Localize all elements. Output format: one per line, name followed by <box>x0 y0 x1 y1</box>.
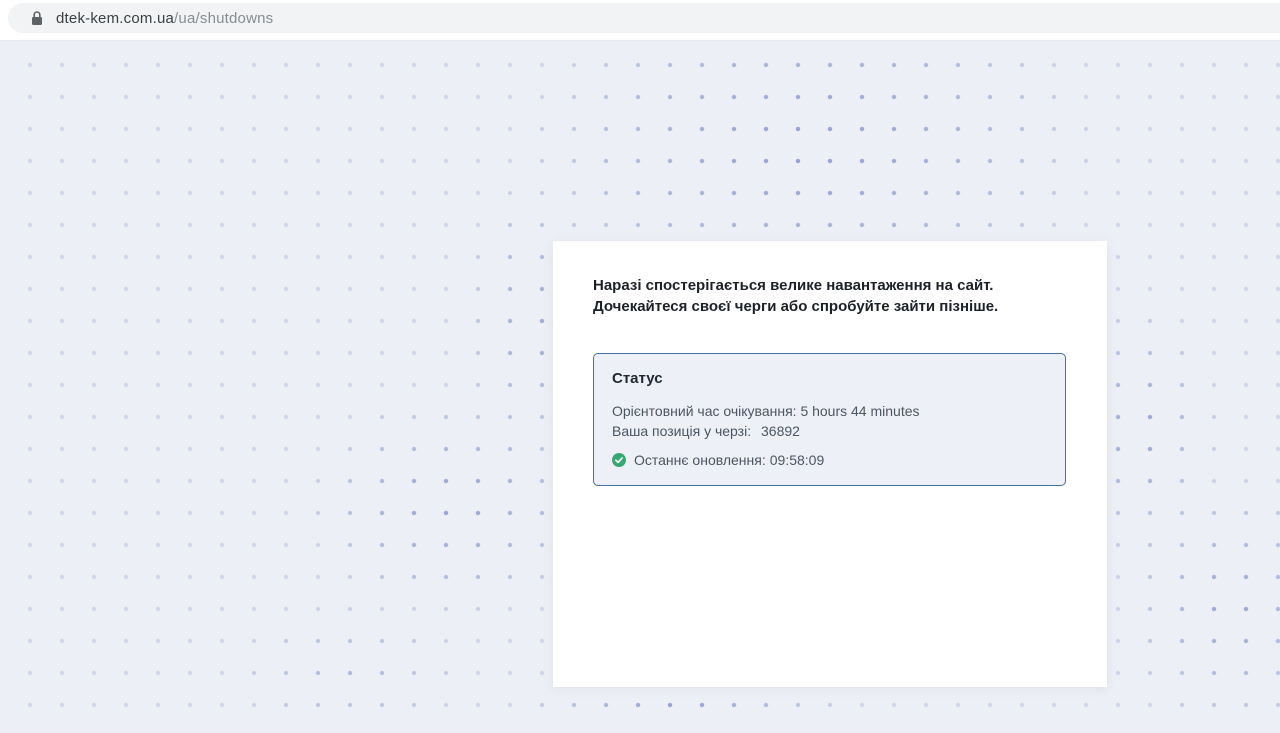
wait-time-label: Орієнтовний час очікування: <box>612 403 797 419</box>
page-background: Наразі спостерігається велике навантажен… <box>0 41 1280 733</box>
wait-time-row: Орієнтовний час очікування: 5 hours 44 m… <box>612 401 1047 421</box>
wait-time-value: 5 hours 44 minutes <box>800 403 919 419</box>
browser-toolbar: dtek-kem.com.ua/ua/shutdowns <box>0 0 1280 41</box>
headline-line-1: Наразі спостерігається велике навантажен… <box>593 275 1067 296</box>
queue-position-row: Ваша позиція у черзі: 36892 <box>612 421 1047 441</box>
lock-icon[interactable] <box>31 10 43 26</box>
queue-position-label: Ваша позиція у черзі: <box>612 423 751 439</box>
check-circle-icon <box>612 453 626 467</box>
last-update-row: Останнє оновлення: 09:58:09 <box>612 450 1047 470</box>
url-bar[interactable]: dtek-kem.com.ua/ua/shutdowns <box>8 3 1280 33</box>
queue-card: Наразі спостерігається велике навантажен… <box>553 241 1107 687</box>
status-title: Статус <box>612 370 1047 387</box>
url-path: /ua/shutdowns <box>174 10 273 27</box>
last-update-value: 09:58:09 <box>770 450 825 470</box>
last-update-label: Останнє оновлення: <box>634 450 766 470</box>
url-host: dtek-kem.com.ua <box>56 10 174 27</box>
headline-line-2: Дочекайтеся своєї черги або спробуйте за… <box>593 296 1067 317</box>
status-panel: Статус Орієнтовний час очікування: 5 hou… <box>593 353 1066 486</box>
queue-position-value: 36892 <box>761 423 800 439</box>
